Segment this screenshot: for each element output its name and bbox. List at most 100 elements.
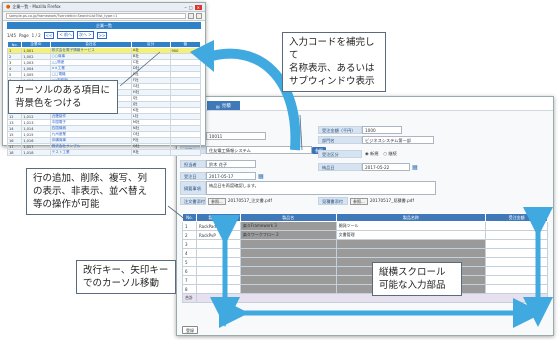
grid-cell-code[interactable] (195, 266, 241, 276)
grid-cell-code[interactable]: RackPad (195, 221, 241, 231)
grid-cell-name[interactable]: 楽々Framework 3 (239, 221, 337, 231)
callout-scroll-input: 縦横スクロール 可能な入力部品 (372, 262, 462, 296)
file1-name: 20170517_注文書.pdf (227, 198, 272, 203)
grid-cell-name[interactable]: 楽々ワークフロー 2 (239, 230, 337, 240)
dept-row: 部門名 ビジネスシステム第一部 (318, 136, 434, 144)
class-radio-new-label: 新規 (370, 151, 379, 156)
callout-cursor-keys: 改行キー、矢印キー でのカーソル移動 (76, 260, 176, 294)
person-input[interactable]: 鈴木 花子 (206, 160, 256, 168)
tab-label: 見積 (221, 103, 231, 109)
grid-cell-label[interactable]: 文書管理 (335, 230, 487, 240)
sales-row: 受注金額（千円） 1000 (318, 126, 402, 134)
maximize-icon[interactable]: □ (189, 5, 193, 10)
grid-cell-code[interactable] (195, 284, 241, 294)
ship-row: 納品日 2017-05-22 ▦ (318, 163, 418, 171)
dept-label: 部門名 (318, 136, 362, 144)
date-input[interactable]: 2017-05-17 (206, 172, 256, 180)
grid-footer-no: 合計 (182, 293, 197, 303)
popup-urlbar: sample.ps.co.jp/framework/?servletid=Sea… (3, 12, 205, 21)
grid-row[interactable]: 4 (182, 248, 548, 258)
grid-cell-code[interactable] (195, 248, 241, 258)
grid-cell-amt[interactable] (485, 266, 548, 276)
grid-col-code[interactable]: 製品コード (195, 213, 241, 222)
grid-cell-code[interactable]: RackPvP (195, 230, 241, 240)
grid-cell-name[interactable] (239, 239, 337, 249)
grid-row[interactable]: 6 (182, 266, 548, 276)
company-row[interactable]: 18 1,018 テスト工業 R社 (6, 149, 201, 156)
grid-col-name[interactable]: 製品名 (239, 213, 337, 222)
menu-icon[interactable] (196, 13, 202, 19)
pager-next[interactable]: 次へ > (76, 31, 94, 39)
cell-kbn: R社 (130, 149, 171, 156)
url-field[interactable]: sample.ps.co.jp/framework/?servletid=Sea… (6, 13, 186, 19)
grid-cell-amt[interactable] (485, 221, 548, 231)
pager-first[interactable]: << (43, 31, 55, 39)
popup-title: 企業一覧 - Mozilla Firefox (12, 4, 61, 9)
customer-input[interactable]: 住友電工情報システム (206, 146, 312, 154)
grid-cell-name[interactable] (239, 248, 337, 258)
callout-cursor-highlight: カーソルのある項目に 背景色をつける (8, 80, 118, 114)
grid-row[interactable]: 5 (182, 257, 548, 267)
grid-cell-name[interactable] (239, 257, 337, 267)
document-icon: ▤ (216, 103, 220, 109)
grid-row[interactable]: 3 (182, 239, 548, 249)
grid-row[interactable]: 8 (182, 284, 548, 294)
tab-estimate[interactable]: ▤ 見積 (207, 101, 240, 110)
callout-code-completion: 入力コードを補完して 名称表示、あるいは サブウィンドウ表示 (282, 32, 386, 92)
file1-label: 注文書添付 (180, 197, 206, 205)
grid-row[interactable]: 2 RackPvP 楽々ワークフロー 2 文書管理 (182, 230, 548, 240)
grid-cell-no: 3 (182, 239, 197, 249)
star-icon[interactable] (188, 13, 194, 19)
grid-col-label[interactable]: 製品名称 (335, 213, 487, 222)
grid-cell-amt[interactable] (485, 239, 548, 249)
grid-cell-no: 2 (182, 230, 197, 240)
file2-browse-button[interactable]: 参照... (350, 197, 368, 205)
sales-label: 受注金額（千円） (318, 126, 362, 134)
class-radio-continue-label: 継続 (388, 151, 397, 156)
grid-cell-code[interactable] (195, 239, 241, 249)
detail-grid[interactable]: No. 製品コード 製品名 製品名称 受注金額 1 RackPad 楽々Framew… (182, 213, 549, 303)
class-label: 受注区分 (318, 150, 362, 158)
grid-cell-no: 8 (182, 284, 197, 294)
date-row: 受注日 2017-05-17 ▦ (180, 172, 264, 180)
grid-cell-no: 6 (182, 266, 197, 276)
file2-label: 見積書添付 (318, 197, 348, 205)
ship-input[interactable]: 2017-05-22 (362, 163, 410, 171)
grid-cell-name[interactable] (239, 275, 337, 285)
file1-browse-button[interactable]: 参照... (208, 197, 226, 205)
grid-row[interactable]: 7 (182, 275, 548, 285)
grid-cell-amt[interactable] (485, 284, 548, 294)
cell-no: 18 (6, 149, 23, 156)
grid-cell-name[interactable] (239, 284, 337, 294)
grid-cell-amt[interactable] (485, 248, 548, 258)
grid-cell-code[interactable] (195, 275, 241, 285)
grid-cell-no: 1 (182, 221, 197, 231)
grid-cell-amt[interactable] (485, 275, 548, 285)
grid-col-no[interactable]: No. (182, 213, 197, 222)
minimize-icon[interactable]: ‒ (184, 5, 187, 10)
remarks-textarea[interactable]: 納品日を再度確認します。 (206, 181, 436, 195)
class-radio-new[interactable]: ◉ 新規 (365, 151, 378, 157)
pager-prev[interactable]: < 前へ (57, 31, 74, 39)
class-row: 受注区分 ◉ 新規 ○ 継続 (318, 150, 397, 158)
close-icon[interactable]: ✕ (194, 4, 202, 10)
grid-row[interactable]: 1 RackPad 楽々Framework 3 開発ツール (182, 221, 548, 231)
firefox-icon: ● (6, 4, 11, 10)
grid-col-amount[interactable]: 受注金額 (485, 213, 548, 222)
grid-cell-no: 4 (182, 248, 197, 258)
register-button[interactable]: 登録 (182, 326, 198, 334)
calendar-icon[interactable]: ▦ (412, 164, 418, 171)
sales-input[interactable]: 1000 (362, 126, 402, 134)
grid-cell-code[interactable] (195, 257, 241, 267)
grid-cell-name[interactable] (239, 266, 337, 276)
pager-last[interactable]: >> (96, 31, 108, 39)
dept-input[interactable]: ビジネスシステム第一部 (362, 136, 434, 144)
grid-cell-label[interactable] (335, 248, 487, 258)
grid-cell-amt[interactable] (485, 230, 548, 240)
class-radio-continue[interactable]: ○ 継続 (383, 151, 396, 157)
grid-cell-amt[interactable] (485, 257, 548, 267)
grid-cell-label[interactable]: 開発ツール (335, 221, 487, 231)
calendar-icon[interactable]: ▦ (258, 173, 264, 180)
grid-cell-label[interactable] (335, 239, 487, 249)
order-no-input[interactable]: 10011 (206, 132, 266, 140)
